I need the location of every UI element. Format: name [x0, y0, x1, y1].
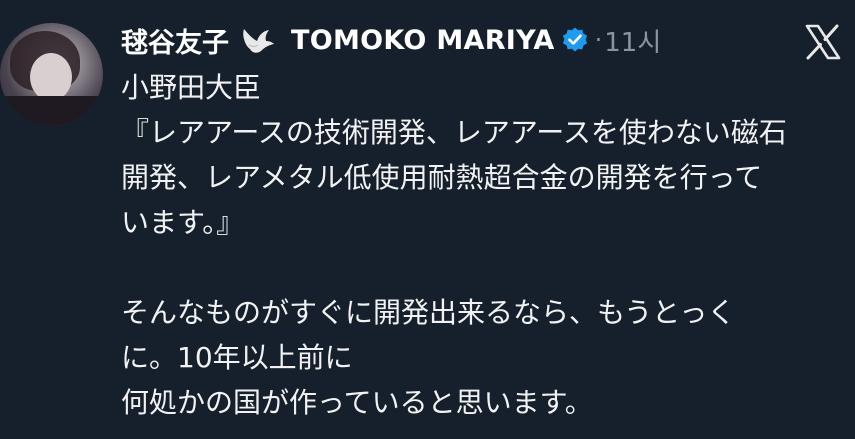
post-line: 『レアアースの技術開発、レアアースを使わない磁石	[121, 116, 787, 149]
post-line: そんなものがすぐに開発出来るなら、もうとっく	[121, 296, 736, 329]
dove-icon	[241, 25, 275, 55]
post-line: 開発、レアメタル低使用耐熱超合金の開発を行って	[121, 161, 763, 194]
post-timestamp[interactable]: 11시	[604, 22, 661, 59]
avatar-face	[30, 53, 72, 101]
author-display-name[interactable]: 毬谷友子	[121, 21, 229, 60]
post-header: 毬谷友子 TOMOKO MARIYA · 11시	[121, 18, 661, 62]
author-handle-name[interactable]: TOMOKO MARIYA	[291, 25, 555, 56]
separator-dot: ·	[594, 26, 603, 54]
verified-badge-icon	[561, 26, 589, 54]
avatar[interactable]	[0, 23, 103, 126]
avatar-shirt	[0, 96, 103, 126]
post-line: います。』	[121, 206, 245, 239]
post-body: 小野田大臣 『レアアースの技術開発、レアアースを使わない磁石 開発、レアメタル低…	[121, 65, 841, 425]
post-line: 何処かの国が作っていると思います。	[121, 386, 593, 419]
post-line: 小野田大臣	[121, 71, 262, 104]
post-line: に。10年以上前に	[121, 341, 353, 374]
x-logo-icon[interactable]	[804, 24, 842, 60]
